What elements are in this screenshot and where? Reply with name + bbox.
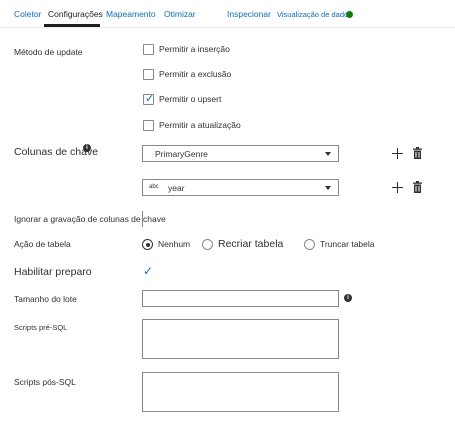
active-tab-indicator	[44, 24, 100, 27]
radio-recriar-tabela[interactable]	[202, 239, 213, 250]
delete-checkbox-label: Permitir a exclusão	[159, 69, 232, 79]
status-dot-icon	[346, 11, 353, 18]
pre-sql-label: Scripts pré-SQL	[14, 323, 68, 332]
tab-bar: Coletor Configurações Mapeamento Otimiza…	[0, 0, 455, 28]
radio-truncar-tabela[interactable]	[304, 239, 315, 250]
tab-visualizacao-de-dados[interactable]: Visualização de dados	[277, 10, 352, 19]
caret-down-icon	[325, 186, 331, 190]
add-icon[interactable]	[392, 148, 403, 159]
enable-staging-label: Habilitar preparo	[14, 266, 92, 278]
radio-nenhum[interactable]	[142, 239, 153, 250]
string-type-icon: abc	[149, 184, 159, 190]
radio-truncar-tabela-label: Truncar tabela	[320, 239, 375, 249]
upsert-checkbox[interactable]: ✓	[143, 93, 155, 105]
batch-size-label: Tamanho do lote	[14, 294, 77, 304]
tab-coletor[interactable]: Coletor	[14, 9, 41, 19]
delete-checkbox[interactable]	[143, 69, 154, 80]
table-action-label: Ação de tabela	[14, 239, 71, 249]
skip-key-write-divider	[142, 211, 143, 227]
key-column-dropdown-2[interactable]: abc year	[142, 179, 339, 196]
info-icon[interactable]: i	[83, 144, 91, 152]
enable-staging-checkbox[interactable]: ✓	[143, 265, 153, 277]
insert-checkbox[interactable]	[143, 44, 154, 55]
insert-checkbox-label: Permitir a inserção	[159, 44, 230, 54]
batch-size-info-icon[interactable]: i	[344, 294, 352, 302]
post-sql-label: Scripts pós-SQL	[14, 377, 76, 387]
update-checkbox-label: Permitir a atualização	[159, 120, 241, 130]
caret-down-icon	[325, 152, 331, 156]
pre-sql-textarea[interactable]	[142, 319, 339, 359]
checkmark-icon: ✓	[145, 93, 155, 105]
tab-mapeamento[interactable]: Mapeamento	[106, 9, 156, 19]
post-sql-textarea[interactable]	[142, 372, 339, 412]
key-column-value: year	[168, 183, 185, 193]
tab-otimizar[interactable]: Otimizar	[164, 9, 196, 19]
radio-recriar-tabela-label: Recriar tabela	[218, 238, 284, 250]
trash-icon[interactable]	[413, 147, 422, 159]
key-column-dropdown-1[interactable]: PrimaryGenre	[142, 145, 339, 162]
tab-configuracoes[interactable]: Configurações	[48, 9, 103, 19]
batch-size-input[interactable]	[142, 290, 339, 307]
radio-nenhum-label: Nenhum	[158, 239, 191, 249]
tab-inspecionar[interactable]: Inspecionar	[227, 9, 271, 19]
trash-icon[interactable]	[413, 181, 422, 193]
update-method-label: Método de update	[14, 47, 83, 57]
add-icon[interactable]	[392, 182, 403, 193]
update-checkbox[interactable]	[143, 120, 154, 131]
upsert-checkbox-label: Permitir o upsert	[159, 94, 222, 104]
key-column-value: PrimaryGenre	[155, 149, 208, 159]
